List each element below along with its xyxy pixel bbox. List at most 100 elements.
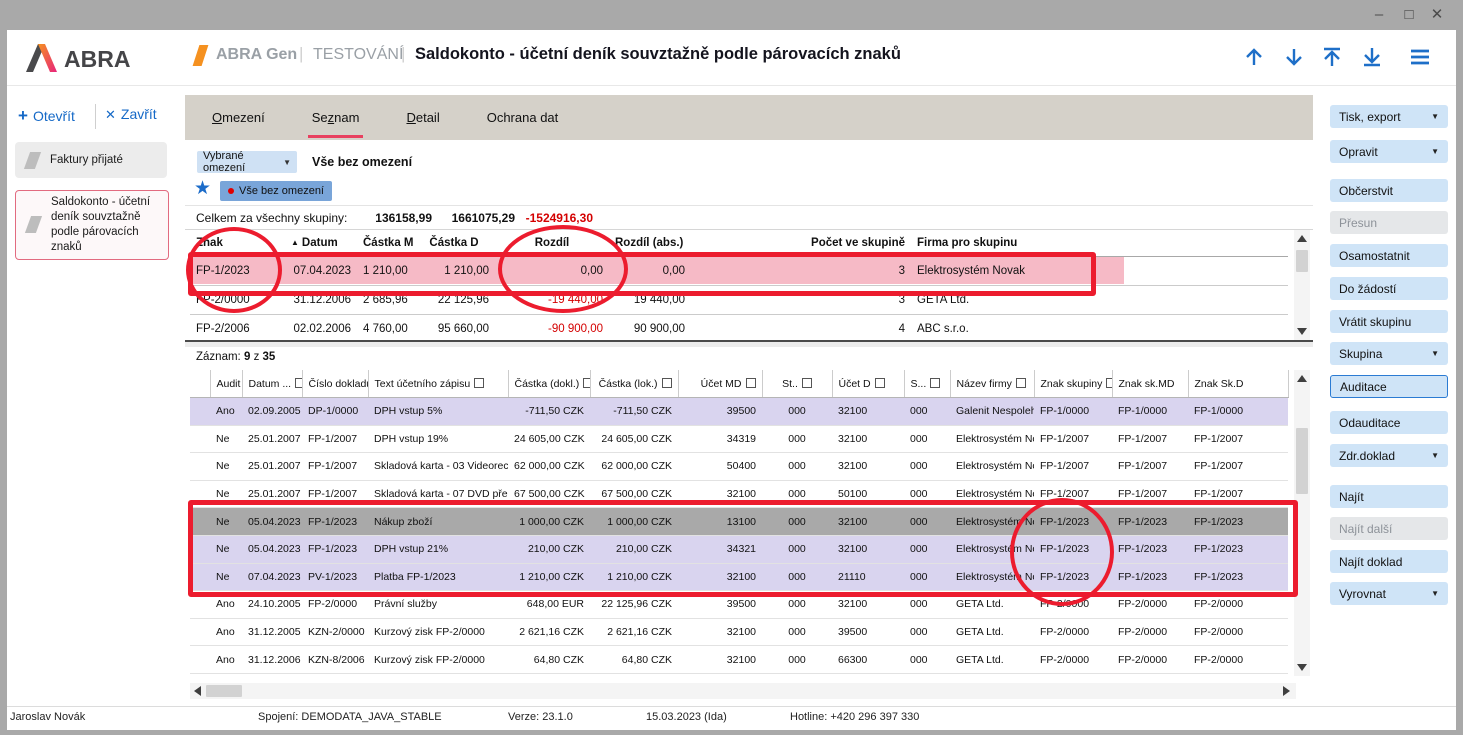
cell[interactable]: FP-1/2007 xyxy=(302,480,368,508)
journal-row[interactable]: Ne25.01.2007 FP-1/2007 DPH vstup 19% 24 605… xyxy=(190,425,1288,453)
cell[interactable]: Ano xyxy=(210,646,242,674)
scrollbar-thumb[interactable] xyxy=(1296,250,1308,272)
tab-detail[interactable]: Detail xyxy=(402,97,443,138)
minimize-button[interactable]: – xyxy=(1368,3,1390,27)
cell[interactable]: 1 210,00 xyxy=(357,257,413,286)
cell[interactable]: FP-1/2023 xyxy=(1112,563,1188,591)
cell[interactable]: FP-1/2023 xyxy=(1112,535,1188,563)
cell[interactable]: 0,00 xyxy=(609,257,691,286)
cell[interactable]: 000 xyxy=(904,398,950,426)
column-header-datum[interactable]: ▲Datum xyxy=(285,230,357,257)
cell[interactable]: Ne xyxy=(210,425,242,453)
cell[interactable]: 62 000,00 CZK xyxy=(590,453,678,481)
journal-row[interactable]: Ne25.01.2007FP-1/2007Skladová karta - 07… xyxy=(190,480,1288,508)
cell[interactable]: 32100 xyxy=(832,508,904,536)
column-header-znak-sk-md[interactable]: Znak sk.MD xyxy=(1112,370,1188,398)
cell[interactable]: FP-1/2007 xyxy=(1112,453,1188,481)
maximize-button[interactable]: □ xyxy=(1398,3,1420,27)
move-up-icon[interactable] xyxy=(1242,45,1266,69)
cell[interactable]: 000 xyxy=(904,591,950,619)
column-header-datum[interactable]: Datum ... xyxy=(242,370,302,398)
cell[interactable]: 32100 xyxy=(678,480,762,508)
action-button-opravit[interactable]: Opravit▼ xyxy=(1330,140,1448,163)
cell[interactable]: FP-1/2023 xyxy=(1188,508,1288,536)
cell[interactable]: Právní služby xyxy=(368,591,508,619)
cell[interactable]: FP-1/0000 xyxy=(1188,398,1288,426)
cell[interactable]: 210,00 CZK xyxy=(508,535,590,563)
cell[interactable]: -19 440,00 xyxy=(495,286,609,315)
cell[interactable]: 3 xyxy=(691,257,911,286)
column-header-indicator[interactable] xyxy=(190,370,210,398)
cell[interactable]: 000 xyxy=(904,618,950,646)
cell[interactable]: 000 xyxy=(762,535,832,563)
cell[interactable]: FP-1/2007 xyxy=(1034,425,1112,453)
cell[interactable]: 24.10.2005 xyxy=(242,591,302,619)
column-header-účet-d[interactable]: Účet D xyxy=(832,370,904,398)
cell[interactable]: 000 xyxy=(904,425,950,453)
cell[interactable]: FP-1/2023 xyxy=(1188,535,1288,563)
cell[interactable]: 39500 xyxy=(832,618,904,646)
column-header-číslo-dokladu[interactable]: Číslo dokladu xyxy=(302,370,368,398)
scrollbar-thumb[interactable] xyxy=(1296,428,1308,494)
cell[interactable]: Galenit Nespolehlivý xyxy=(950,398,1034,426)
cell[interactable]: 2 685,96 xyxy=(357,286,413,315)
cell[interactable]: 50100 xyxy=(832,480,904,508)
cell[interactable]: FP-2/0000 xyxy=(190,286,285,315)
cell[interactable]: 34321 xyxy=(678,535,762,563)
column-header-znak-skupiny[interactable]: Znak skupiny xyxy=(1034,370,1112,398)
column-header-účet-md[interactable]: Účet MD xyxy=(678,370,762,398)
action-button-tisk-export[interactable]: Tisk, export▼ xyxy=(1330,105,1448,128)
favorite-star-icon[interactable]: ★ xyxy=(194,177,211,200)
cell[interactable]: 32100 xyxy=(678,618,762,646)
cell[interactable]: DPH vstup 19% xyxy=(368,425,508,453)
cell[interactable]: 50400 xyxy=(678,453,762,481)
column-header-audit[interactable]: Audit xyxy=(210,370,242,398)
cell[interactable]: 0,00 xyxy=(495,257,609,286)
cell[interactable]: KZN-8/2006 xyxy=(302,646,368,674)
cell[interactable]: 25.01.2007 xyxy=(242,425,302,453)
cell[interactable]: 05.04.2023 xyxy=(242,508,302,536)
journal-row[interactable]: Ne05.04.2023FP-1/2023Nákup zboží1 000,00… xyxy=(190,508,1288,536)
cell[interactable]: Nákup zboží xyxy=(368,508,508,536)
cell[interactable]: FP-2/0000 xyxy=(1112,618,1188,646)
cell[interactable]: Elektrosystém Novak xyxy=(950,425,1034,453)
scroll-down-icon[interactable] xyxy=(1297,664,1307,671)
cell[interactable]: 000 xyxy=(904,480,950,508)
journal-horizontal-scrollbar[interactable] xyxy=(190,683,1296,699)
cell[interactable]: Platba FP-1/2023 xyxy=(368,563,508,591)
cell[interactable]: 2 621,16 CZK xyxy=(508,618,590,646)
cell[interactable] xyxy=(190,646,210,674)
cell[interactable]: Elektrosystém Novak xyxy=(950,508,1034,536)
cell[interactable]: 66300 xyxy=(832,646,904,674)
cell[interactable]: Kurzový zisk FP-2/0000 xyxy=(368,646,508,674)
cell[interactable]: 13100 xyxy=(678,508,762,536)
cell[interactable]: 24 605,00 CZK xyxy=(590,425,678,453)
cell[interactable]: 000 xyxy=(904,535,950,563)
journal-row[interactable]: Ano02.09.2005DP-1/0000DPH vstup 5%-711,5… xyxy=(190,398,1288,426)
cell[interactable]: Ano xyxy=(210,398,242,426)
cell[interactable]: FP-1/2023 xyxy=(190,257,285,286)
cell[interactable] xyxy=(190,535,210,563)
journal-row[interactable]: Ne25.01.2007FP-1/2007Skladová karta - 03… xyxy=(190,453,1288,481)
cell[interactable] xyxy=(190,563,210,591)
sidebar-item-saldokonto[interactable]: Saldokonto - účetní deník souvztažně pod… xyxy=(15,190,169,260)
column-checkbox-icon[interactable] xyxy=(583,378,590,388)
action-button-vrátit-skupinu[interactable]: Vrátit skupinu xyxy=(1330,310,1448,333)
action-button-najít-doklad[interactable]: Najít doklad xyxy=(1330,550,1448,573)
cell[interactable]: 000 xyxy=(762,618,832,646)
cell[interactable]: FP-1/2023 xyxy=(1034,508,1112,536)
column-header-počet-ve-skupině[interactable]: Počet ve skupině xyxy=(691,230,911,257)
cell[interactable]: 210,00 CZK xyxy=(590,535,678,563)
cell[interactable] xyxy=(190,508,210,536)
column-checkbox-icon[interactable] xyxy=(474,378,484,388)
cell[interactable]: Ano xyxy=(210,591,242,619)
scroll-up-icon[interactable] xyxy=(1297,235,1307,242)
cell[interactable]: 19 440,00 xyxy=(609,286,691,315)
cell[interactable]: 000 xyxy=(762,425,832,453)
group-row[interactable]: FP-2/000031.12.20062 685,9622 125,96-19 … xyxy=(190,286,1288,315)
cell[interactable]: 02.09.2005 xyxy=(242,398,302,426)
cell[interactable]: Ne xyxy=(210,563,242,591)
cell[interactable]: 05.04.2023 xyxy=(242,535,302,563)
cell[interactable]: GETA Ltd. xyxy=(950,618,1034,646)
action-button-do-žádostí[interactable]: Do žádostí xyxy=(1330,277,1448,300)
